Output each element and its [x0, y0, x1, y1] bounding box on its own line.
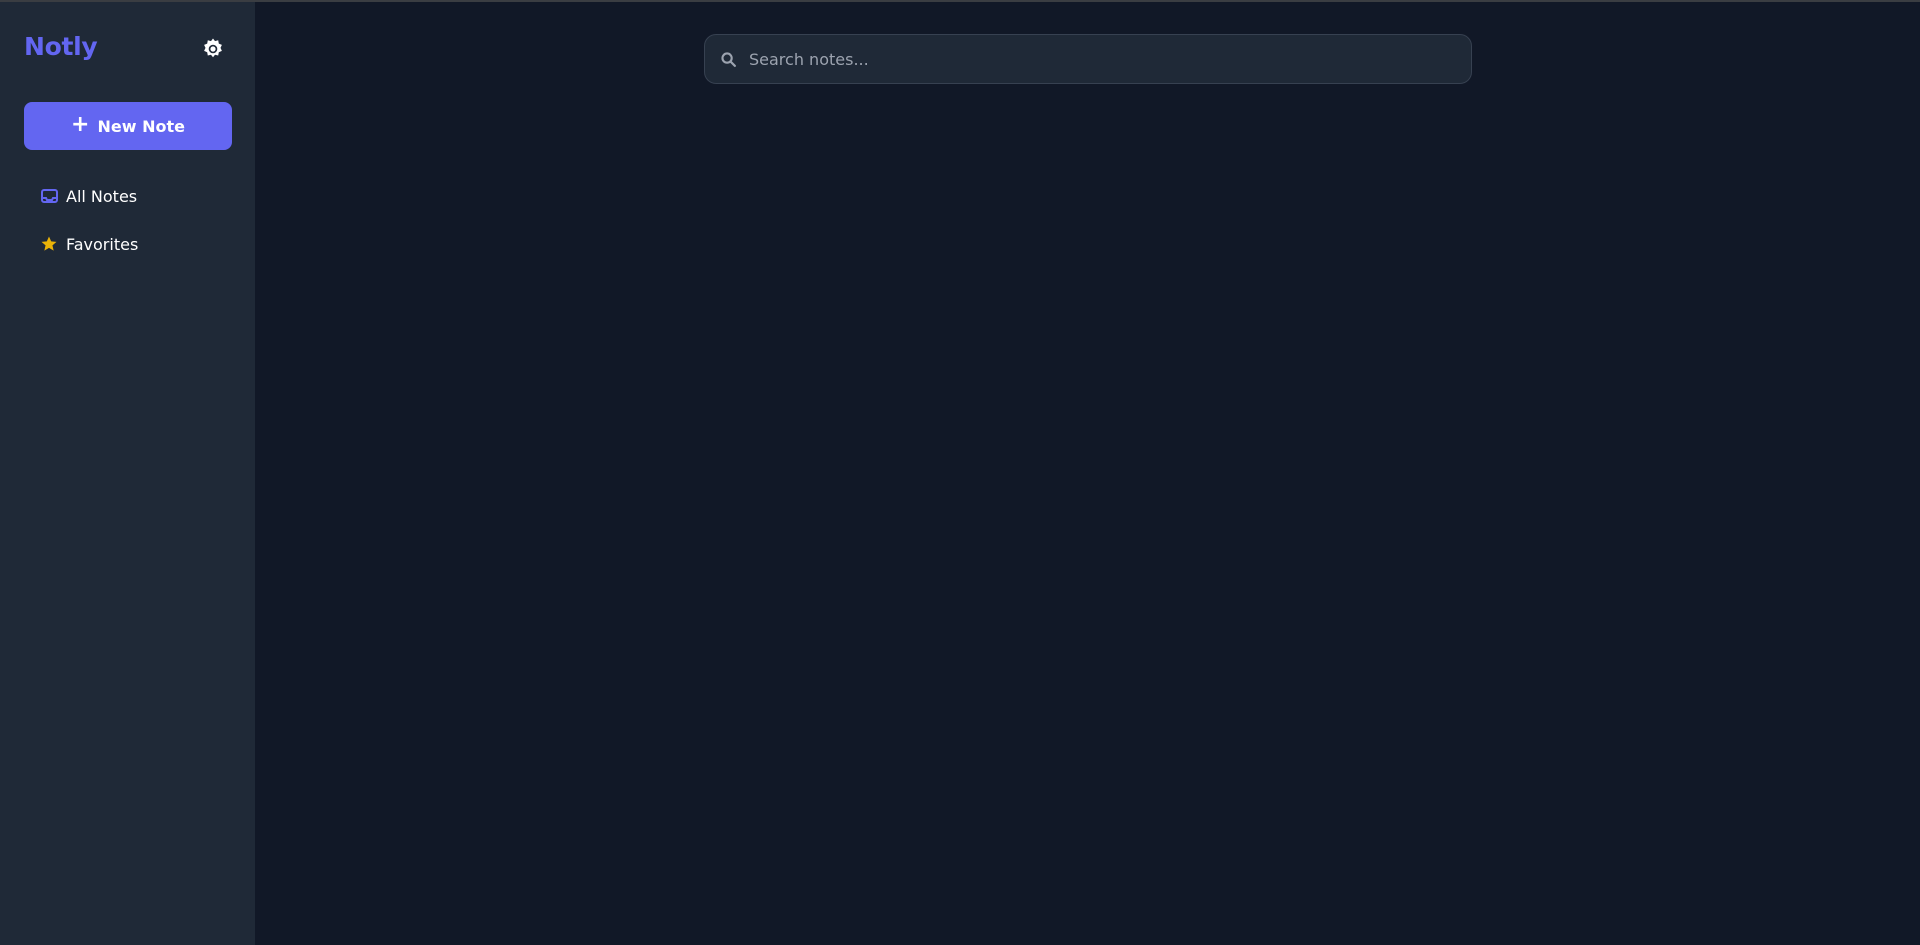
search-icon — [719, 50, 737, 68]
sidebar-nav: All Notes Favorites — [24, 172, 232, 268]
new-note-label: New Note — [97, 116, 185, 136]
plus-icon: + — [71, 112, 90, 137]
inbox-icon — [40, 187, 58, 205]
sidebar: Notly + New Note All Notes Favorites — [0, 2, 255, 945]
settings-button[interactable] — [200, 36, 226, 62]
main-content — [255, 2, 1920, 945]
sidebar-item-label: Favorites — [66, 234, 139, 254]
gear-icon — [204, 38, 222, 58]
search-input[interactable] — [749, 35, 1471, 83]
search-bar — [704, 34, 1472, 84]
sidebar-item-all-notes[interactable]: All Notes — [24, 172, 232, 220]
star-icon — [40, 235, 58, 253]
app-root: Notly + New Note All Notes Favorites Sea… — [0, 2, 1920, 945]
app-brand: Notly — [24, 32, 98, 61]
new-note-button[interactable]: + New Note — [24, 102, 232, 150]
sidebar-item-favorites[interactable]: Favorites — [24, 220, 232, 268]
sidebar-item-label: All Notes — [66, 186, 138, 206]
